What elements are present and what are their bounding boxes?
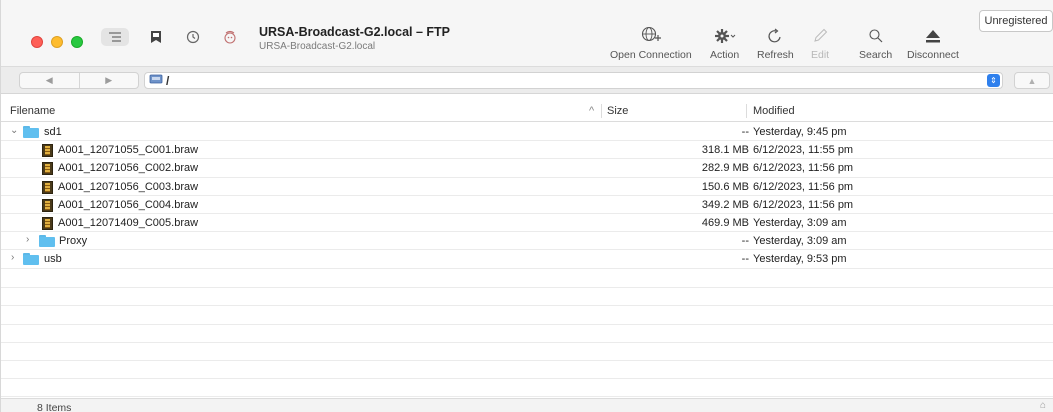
gear-icon — [714, 24, 736, 44]
globe-plus-icon — [641, 24, 661, 44]
column-header-modified[interactable]: Modified — [753, 105, 795, 117]
row-modified: Yesterday, 9:53 pm — [753, 253, 847, 266]
row-modified: 6/12/2023, 11:56 pm — [753, 198, 854, 211]
close-window-button[interactable] — [31, 36, 43, 48]
window-subtitle: URSA-Broadcast-G2.local — [259, 41, 376, 52]
refresh-button[interactable]: Refresh — [757, 24, 794, 61]
open-connection-button[interactable]: Open Connection — [610, 24, 692, 61]
folder-icon — [39, 235, 55, 248]
row-filename: A001_12071409_C005.braw — [58, 216, 199, 229]
path-dropdown-icon[interactable]: ⇕ — [987, 74, 1000, 87]
minimize-window-button[interactable] — [51, 36, 63, 48]
bookmark-icon[interactable] — [146, 28, 166, 46]
history-icon[interactable] — [183, 28, 203, 46]
action-menu-button[interactable]: Action — [710, 24, 739, 61]
disclosure-collapsed-icon[interactable]: › — [26, 234, 29, 245]
back-button[interactable]: ◀ — [20, 73, 79, 88]
disclosure-expanded-icon[interactable]: ⌄ — [10, 125, 18, 136]
table-row[interactable]: A001_12071055_C001.braw 318.1 MB 6/12/20… — [1, 141, 1053, 160]
back-forward-control: ◀ ▶ — [19, 72, 139, 89]
chevron-up-icon: ▲ — [1027, 75, 1037, 86]
column-divider[interactable] — [601, 104, 602, 118]
row-filename: A001_12071055_C001.braw — [58, 144, 199, 157]
status-bar: 8 Items ⌂ — [1, 398, 1053, 412]
folder-icon — [23, 126, 39, 138]
disconnect-button[interactable]: Disconnect — [907, 24, 959, 61]
video-file-icon — [42, 180, 53, 194]
table-row[interactable]: A001_12071409_C005.braw 469.9 MB Yesterd… — [1, 214, 1053, 233]
search-icon — [868, 24, 884, 44]
empty-list-area[interactable] — [1, 270, 1053, 398]
row-modified: Yesterday, 3:09 am — [753, 216, 847, 229]
row-filename: Proxy — [59, 235, 88, 248]
sort-ascending-icon: ^ — [589, 105, 595, 117]
row-modified: 6/12/2023, 11:56 pm — [753, 180, 854, 193]
search-button[interactable]: Search — [859, 24, 892, 61]
forward-button[interactable]: ▶ — [78, 73, 139, 88]
row-modified: 6/12/2023, 11:56 pm — [753, 162, 854, 175]
edit-button[interactable]: Edit — [811, 24, 829, 61]
folder-icon — [23, 253, 39, 266]
video-file-icon — [42, 216, 53, 230]
row-size: 349.2 MB — [701, 198, 749, 211]
table-row[interactable]: A001_12071056_C003.braw 150.6 MB 6/12/20… — [1, 178, 1053, 196]
row-modified: 6/12/2023, 11:55 pm — [753, 144, 854, 157]
disclosure-collapsed-icon[interactable]: › — [11, 252, 14, 263]
video-file-icon — [42, 162, 53, 176]
eject-icon — [924, 24, 942, 44]
column-header-filename[interactable]: Filename — [10, 105, 55, 117]
table-row[interactable]: A001_12071056_C002.braw 282.9 MB 6/12/20… — [1, 159, 1053, 178]
table-row[interactable]: ⌄ sd1 -- Yesterday, 9:45 pm — [1, 123, 1053, 142]
column-divider[interactable] — [746, 104, 747, 118]
row-filename: A001_12071056_C002.braw — [58, 162, 199, 175]
row-size: 469.9 MB — [701, 216, 749, 229]
bonjour-icon[interactable] — [220, 28, 240, 46]
toolbar: URSA-Broadcast-G2.local – FTP URSA-Broad… — [1, 0, 1053, 67]
zoom-window-button[interactable] — [71, 36, 83, 48]
row-modified: Yesterday, 9:45 pm — [753, 126, 847, 138]
item-count: 8 Items — [37, 402, 72, 412]
chevron-right-icon: ▶ — [105, 75, 113, 85]
row-filename: sd1 — [44, 126, 62, 138]
chevron-left-icon: ◀ — [45, 75, 53, 85]
row-modified: Yesterday, 3:09 am — [753, 235, 847, 248]
lock-icon: ⌂ — [1039, 400, 1046, 411]
video-file-icon — [42, 198, 53, 212]
row-filename: A001_12071056_C003.braw — [58, 180, 199, 193]
row-size: 318.1 MB — [701, 144, 749, 157]
row-size: 282.9 MB — [701, 162, 749, 175]
column-header-size[interactable]: Size — [607, 105, 628, 117]
row-size: 150.6 MB — [701, 180, 749, 193]
row-size: -- — [741, 126, 749, 138]
unregistered-button[interactable]: Unregistered — [979, 10, 1053, 32]
path-bar: ◀ ▶ / ⇕ ▲ — [1, 67, 1053, 94]
row-size: -- — [741, 253, 749, 266]
parent-folder-button[interactable]: ▲ — [1014, 72, 1050, 89]
window-title: URSA-Broadcast-G2.local – FTP — [259, 25, 451, 39]
table-header: Filename ^ Size Modified — [1, 100, 1053, 122]
table-row[interactable]: A001_12071056_C004.braw 349.2 MB 6/12/20… — [1, 196, 1053, 214]
path-popup[interactable]: / ⇕ — [144, 72, 1003, 89]
video-file-icon — [42, 144, 53, 158]
table-row[interactable]: › usb -- Yesterday, 9:53 pm — [1, 250, 1053, 269]
row-filename: usb — [44, 253, 62, 266]
current-path: / — [166, 73, 170, 88]
refresh-icon — [767, 24, 783, 44]
table-row[interactable]: › Proxy -- Yesterday, 3:09 am — [1, 232, 1053, 251]
row-filename: A001_12071056_C004.braw — [58, 198, 199, 211]
row-size: -- — [741, 235, 749, 248]
drive-icon — [149, 73, 163, 88]
pencil-icon — [812, 24, 828, 44]
ftp-browser-window: URSA-Broadcast-G2.local – FTP URSA-Broad… — [0, 0, 1053, 412]
file-list: ⌄ sd1 -- Yesterday, 9:45 pm A001_1207105… — [1, 123, 1053, 269]
outline-view-icon[interactable] — [101, 28, 129, 46]
